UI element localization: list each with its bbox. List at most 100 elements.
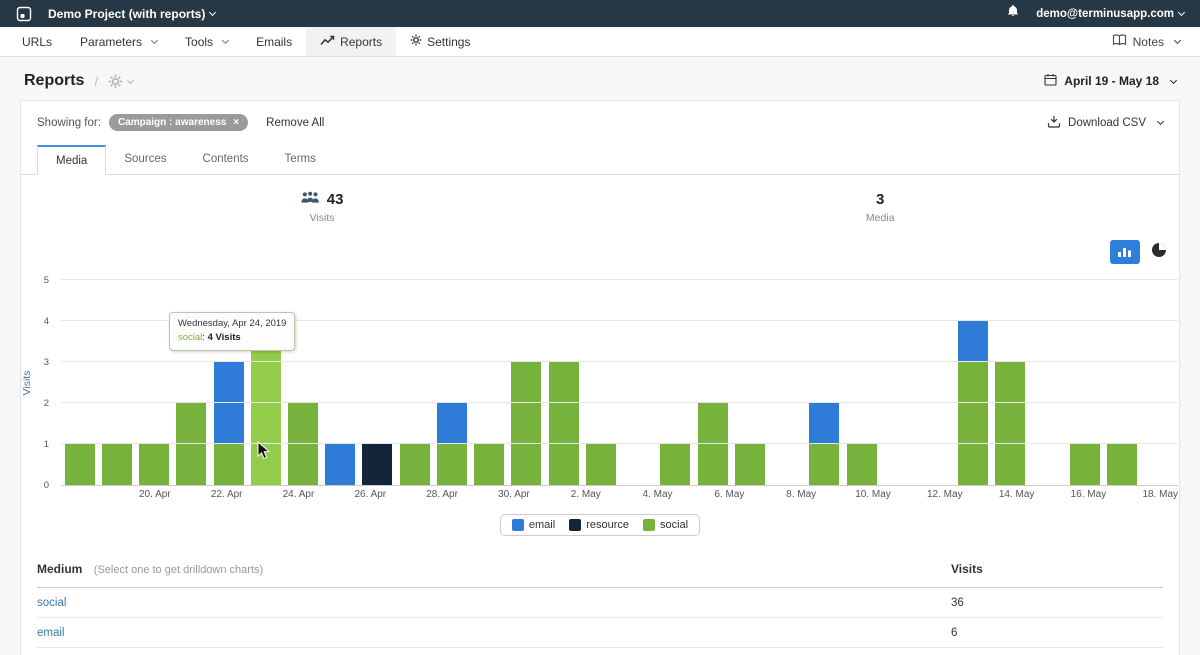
nav-item-reports[interactable]: Reports	[306, 27, 396, 56]
bar-slot[interactable]	[657, 281, 694, 485]
nav-item-emails[interactable]: Emails	[242, 27, 306, 56]
bar-slot[interactable]	[917, 281, 954, 485]
bar-segment-email[interactable]	[437, 403, 467, 444]
x-tick-label	[245, 489, 281, 505]
project-name: Demo Project (with reports)	[48, 7, 205, 21]
bar-slot[interactable]	[880, 281, 917, 485]
notifications-bell-icon[interactable]	[1006, 4, 1020, 23]
bar-segment-social[interactable]	[586, 444, 616, 485]
bar-segment-social[interactable]	[958, 362, 988, 485]
download-csv-button[interactable]: Download CSV	[1047, 115, 1163, 131]
y-tick-label: 0	[44, 480, 49, 491]
bar-segment-social[interactable]	[1070, 444, 1100, 485]
bar-segment-social[interactable]	[511, 362, 541, 485]
y-axis-ticks: 012345	[21, 281, 55, 486]
legend-item-social[interactable]: social	[643, 519, 688, 531]
bar-slot[interactable]	[61, 281, 98, 485]
report-card: Showing for: Campaign : awareness × Remo…	[20, 100, 1180, 655]
filter-tag-campaign-awareness[interactable]: Campaign : awareness ×	[109, 114, 248, 131]
gridline	[61, 361, 1178, 362]
bar-slot[interactable]	[955, 281, 992, 485]
app-logo-icon[interactable]	[16, 6, 32, 22]
stat-visits-label: Visits	[301, 212, 344, 224]
bar-segment-social[interactable]	[176, 403, 206, 485]
x-tick-label: 24. Apr	[281, 489, 317, 505]
pie-chart-toggle-button[interactable]	[1151, 242, 1167, 263]
x-tick-label	[460, 489, 496, 505]
project-switcher[interactable]: Demo Project (with reports)	[48, 7, 215, 21]
bar-segment-social[interactable]	[995, 362, 1025, 485]
tab-contents[interactable]: Contents	[185, 145, 267, 174]
bar-slot[interactable]	[1029, 281, 1066, 485]
bar-slot[interactable]	[843, 281, 880, 485]
nav-item-tools[interactable]: Tools	[171, 27, 242, 56]
bar-segment-email[interactable]	[214, 362, 244, 444]
report-settings-dropdown[interactable]	[108, 74, 133, 89]
bar-slot[interactable]	[396, 281, 433, 485]
bar-segment-social[interactable]	[735, 444, 765, 485]
bar-segment-resource[interactable]	[362, 444, 392, 485]
bar-segment-email[interactable]	[958, 321, 988, 362]
x-tick-label	[963, 489, 999, 505]
bar-segment-social[interactable]	[288, 403, 318, 485]
bar-slot[interactable]	[471, 281, 508, 485]
nav-item-settings[interactable]: Settings	[396, 27, 484, 56]
bar-segment-social[interactable]	[1107, 444, 1137, 485]
tab-media[interactable]: Media	[37, 145, 106, 175]
date-range-picker[interactable]: April 19 - May 18	[1044, 73, 1176, 89]
nav-item-urls[interactable]: URLs	[8, 27, 66, 56]
bar-segment-social[interactable]	[139, 444, 169, 485]
bar-slot[interactable]	[806, 281, 843, 485]
bar-slot[interactable]	[135, 281, 172, 485]
bar-segment-social[interactable]	[809, 444, 839, 485]
chevron-down-icon	[1174, 37, 1181, 44]
bar-chart-toggle-button[interactable]	[1110, 240, 1140, 264]
bar-slot[interactable]	[98, 281, 135, 485]
bar-slot[interactable]	[359, 281, 396, 485]
bar-slot[interactable]	[1104, 281, 1141, 485]
bar-slot[interactable]	[508, 281, 545, 485]
legend-item-resource[interactable]: resource	[569, 519, 629, 531]
bar-slot[interactable]	[1141, 281, 1178, 485]
bar-segment-social[interactable]	[847, 444, 877, 485]
bar-slot[interactable]	[545, 281, 582, 485]
x-tick-label: 10. May	[855, 489, 891, 505]
bar-segment-social[interactable]	[698, 403, 728, 485]
y-tick-label: 1	[44, 439, 49, 450]
medium-link-social[interactable]: social	[37, 597, 66, 609]
notes-menu[interactable]: Notes	[1112, 34, 1180, 49]
bar-segment-social[interactable]	[102, 444, 132, 485]
bar-slot[interactable]	[1066, 281, 1103, 485]
visitors-icon	[301, 191, 320, 208]
mouse-cursor-icon	[257, 441, 270, 465]
bar-segment-social[interactable]	[65, 444, 95, 485]
bar-slot[interactable]	[694, 281, 731, 485]
bar-slot[interactable]	[620, 281, 657, 485]
legend-swatch-email	[512, 519, 524, 531]
bar-segment-social[interactable]	[214, 444, 244, 485]
bar-slot[interactable]	[582, 281, 619, 485]
bar-slot[interactable]	[731, 281, 768, 485]
bar-slot[interactable]	[322, 281, 359, 485]
bar-segment-social[interactable]	[474, 444, 504, 485]
bar-slot[interactable]	[992, 281, 1029, 485]
user-account-menu[interactable]: demo@terminusapp.com	[1036, 8, 1184, 20]
bar-segment-email[interactable]	[325, 444, 355, 485]
bar-segment-social[interactable]	[400, 444, 430, 485]
bar-slot[interactable]	[768, 281, 805, 485]
tab-sources[interactable]: Sources	[106, 145, 184, 174]
tab-terms[interactable]: Terms	[267, 145, 334, 174]
legend-item-email[interactable]: email	[512, 519, 555, 531]
medium-link-email[interactable]: email	[37, 627, 64, 639]
bar-segment-email[interactable]	[809, 403, 839, 444]
remove-all-button[interactable]: Remove All	[266, 117, 324, 129]
x-tick-label: 6. May	[711, 489, 747, 505]
x-tick-label: 28. Apr	[424, 489, 460, 505]
x-tick-label: 26. Apr	[352, 489, 388, 505]
bar-segment-social[interactable]	[660, 444, 690, 485]
remove-tag-icon[interactable]: ×	[233, 117, 239, 128]
bar-segment-social[interactable]	[437, 444, 467, 485]
nav-item-parameters[interactable]: Parameters	[66, 27, 171, 56]
bar-segment-social[interactable]	[549, 362, 579, 485]
bar-slot[interactable]	[433, 281, 470, 485]
